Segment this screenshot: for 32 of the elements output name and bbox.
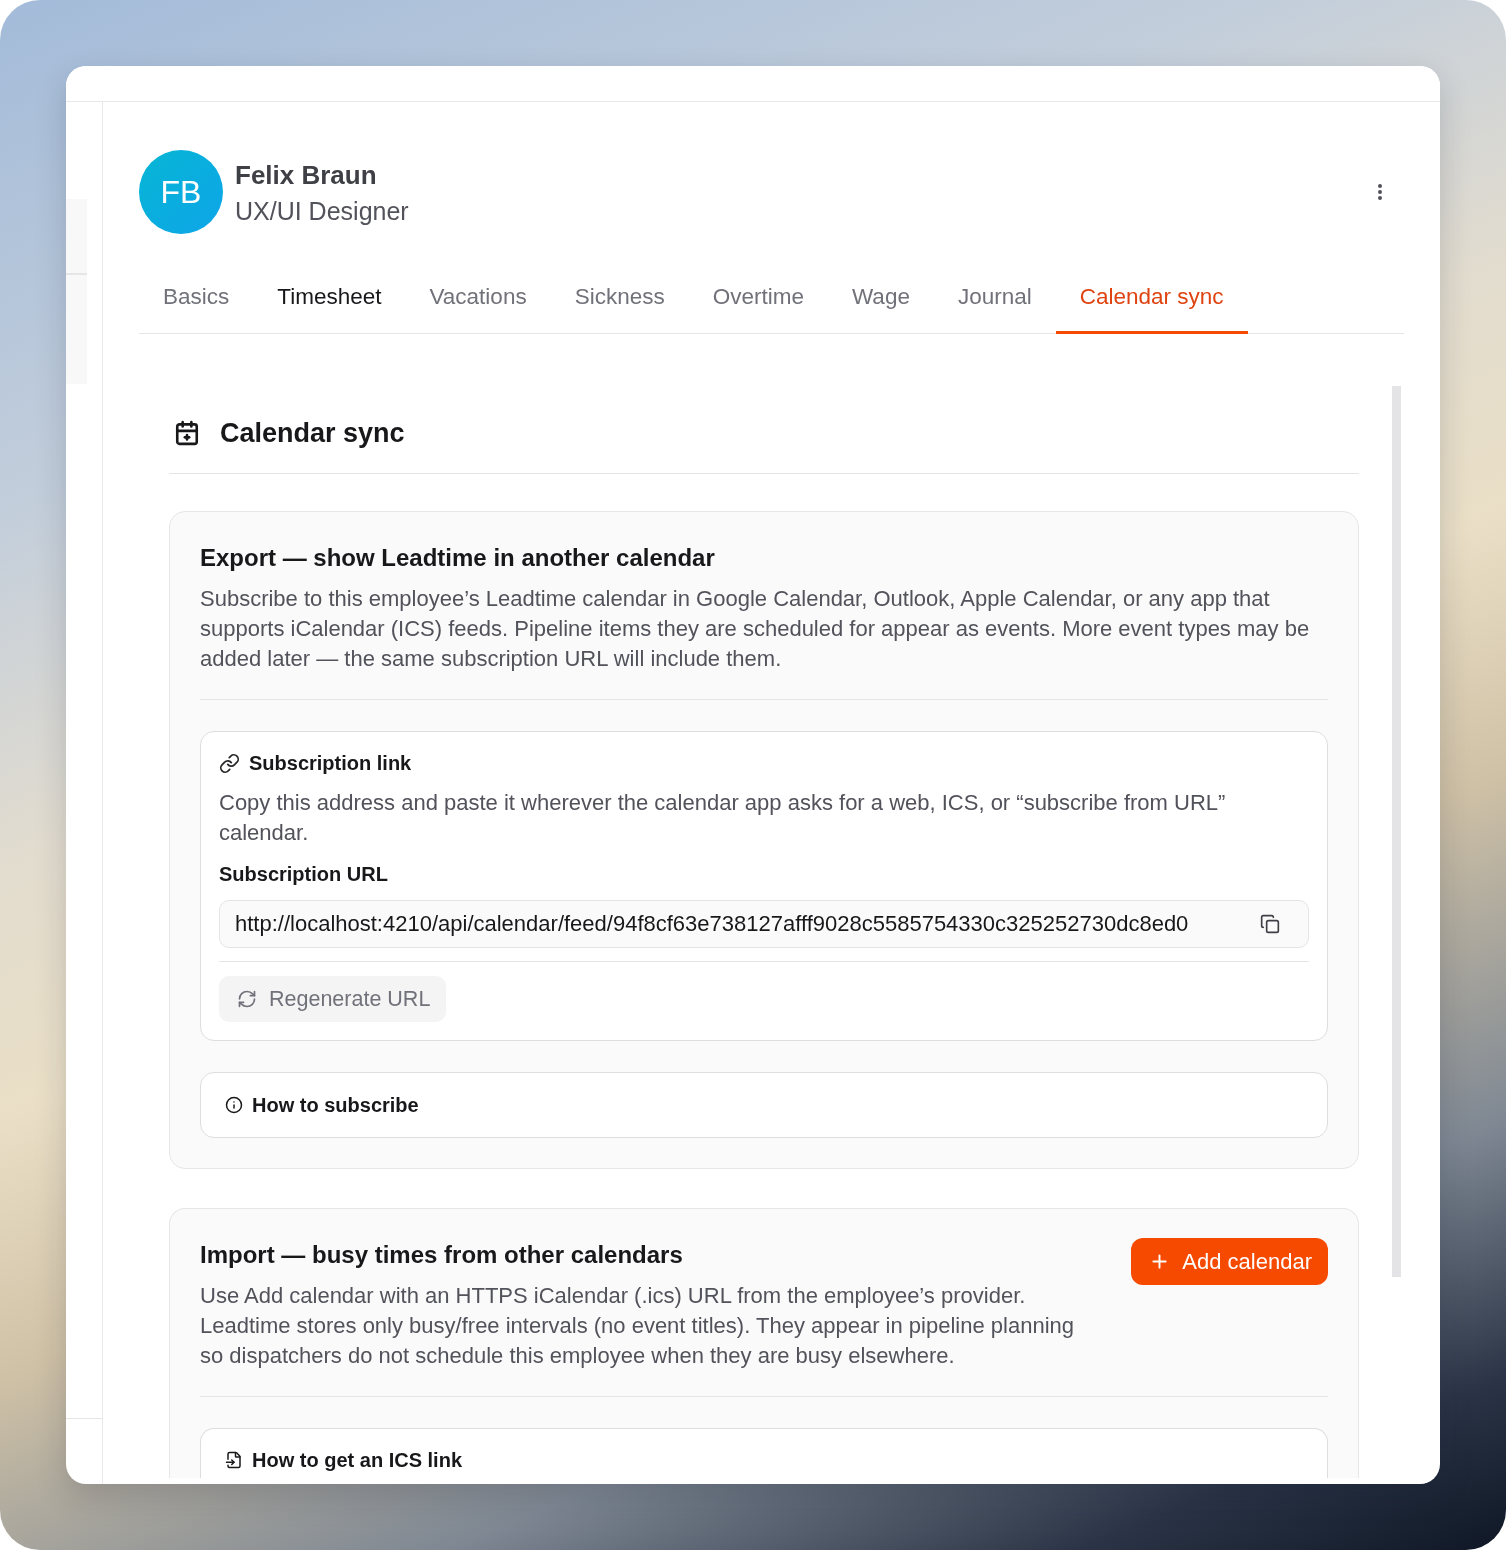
refresh-icon <box>237 989 257 1009</box>
link-icon <box>219 752 240 774</box>
file-import-icon <box>225 1451 243 1469</box>
expandable-section[interactable]: How to subscribe <box>200 1072 1328 1138</box>
info-icon <box>225 1096 243 1114</box>
calendar-plus-icon <box>174 420 200 446</box>
card-description: Use Add calendar with an HTTPS iCalendar (.ics) URL from the employee’s provider. Leadtime stores only busy/free intervals (no event titles). They appear in pipeline planning so dispatchers do not schedule this employee when they are busy elsewhere. <box>200 1282 1075 1370</box>
tab[interactable]: Basics <box>139 263 254 334</box>
tab[interactable]: Journal <box>933 263 1056 334</box>
subscription-title: Subscription link <box>249 751 412 776</box>
employee-role: UX/UI Designer <box>235 195 409 227</box>
url-field[interactable]: http://localhost:4210/api/calendar/feed/94f8cf63e738127afff9028c5585754330c325252730dc8ed0 <box>219 900 1309 948</box>
vertical-dots-icon <box>1378 184 1382 200</box>
card-title: Import — busy times from other calendars <box>200 1240 684 1270</box>
field-label: Subscription URL <box>219 862 389 887</box>
card-title: Export — show Leadtime in another calendar <box>200 543 716 573</box>
section-title: Calendar sync <box>220 417 405 450</box>
add-calendar-button[interactable]: Add calendar <box>1131 1238 1328 1285</box>
employee-name: Felix Braun <box>235 158 378 192</box>
regenerate-button[interactable]: Regenerate URL <box>219 976 447 1022</box>
tab[interactable]: Vacations <box>405 263 551 334</box>
tab[interactable]: Timesheet <box>253 263 406 334</box>
tab[interactable]: Calendar sync <box>1055 263 1248 334</box>
copy-icon <box>1260 914 1280 934</box>
tab[interactable]: Sickness <box>550 263 689 334</box>
card-description: Subscribe to this employee’s Leadtime calendar in Google Calendar, Outlook, Apple Calendar, or any app that supports iCalendar (ICS) feeds. Pipeline items they are scheduled for appear as events. More event types may be added later — the same subscription URL will include them. <box>200 585 1311 673</box>
subscription-description: Copy this address and paste it wherever the calendar app asks for a web, ICS, or “subscribe from URL” calendar. <box>219 789 1227 847</box>
copy-button[interactable] <box>1258 912 1282 936</box>
tab[interactable]: Overtime <box>688 263 828 334</box>
avatar: FB <box>139 150 223 234</box>
tab[interactable]: Wage <box>827 263 934 334</box>
expandable-section[interactable]: How to get an ICS link <box>200 1428 1328 1478</box>
